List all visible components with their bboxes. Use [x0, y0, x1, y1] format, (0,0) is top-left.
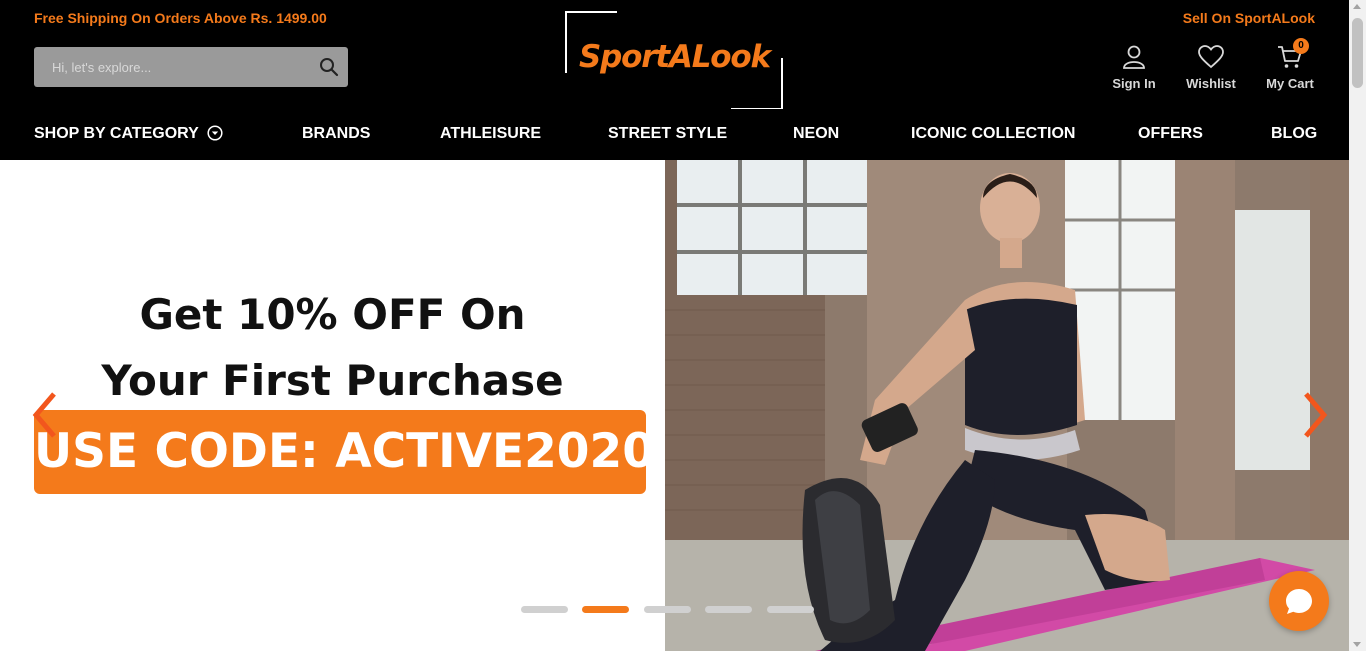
my-cart-label: My Cart: [1266, 76, 1314, 91]
search-icon[interactable]: [318, 56, 340, 78]
sportalook-logo[interactable]: SportALook: [565, 11, 783, 109]
search-input[interactable]: [34, 47, 304, 87]
nav-label: SHOP BY CATEGORY: [34, 125, 199, 142]
carousel-prev-button[interactable]: [30, 390, 60, 440]
sell-on-sportalook-link[interactable]: Sell On SportALook: [1183, 10, 1315, 26]
main-navigation: SHOP BY CATEGORY BRANDS ATHLEISURE STREE…: [0, 118, 1349, 152]
cart-count-badge: 0: [1293, 38, 1309, 54]
nav-blog[interactable]: BLOG: [1271, 125, 1317, 143]
nav-street-style[interactable]: STREET STYLE: [608, 125, 727, 143]
nav-athleisure[interactable]: ATHLEISURE: [440, 125, 541, 143]
carousel-next-button[interactable]: [1300, 390, 1330, 440]
hero-photo-woman-stretching: [665, 160, 1349, 651]
search-bar: [34, 47, 348, 87]
chevron-down-circle-icon: [207, 125, 223, 141]
free-shipping-banner: Free Shipping On Orders Above Rs. 1499.0…: [34, 10, 327, 26]
nav-shop-by-category[interactable]: SHOP BY CATEGORY: [34, 125, 223, 143]
nav-brands[interactable]: BRANDS: [302, 125, 370, 143]
scrollbar-thumb[interactable]: [1352, 18, 1363, 88]
promo-code-text: USE CODE: ACTIVE2020: [34, 424, 655, 479]
nav-iconic-collection[interactable]: ICONIC COLLECTION: [911, 125, 1075, 143]
user-icon: [1123, 45, 1145, 69]
nav-neon[interactable]: NEON: [793, 125, 839, 143]
site-header: Free Shipping On Orders Above Rs. 1499.0…: [0, 0, 1349, 160]
chevron-left-icon: [32, 392, 56, 438]
chevron-right-icon: [1304, 392, 1328, 438]
wishlist-button[interactable]: Wishlist: [1176, 44, 1246, 91]
headline-line-1: Get 10% OFF On: [139, 290, 526, 339]
logo-text: SportALook: [579, 39, 771, 75]
sign-in-button[interactable]: Sign In: [1099, 44, 1169, 91]
wishlist-label: Wishlist: [1186, 76, 1236, 91]
sign-in-label: Sign In: [1112, 76, 1156, 91]
scroll-down-arrow[interactable]: [1353, 642, 1361, 647]
chat-icon: [1286, 589, 1312, 614]
carousel-dot[interactable]: [705, 606, 752, 613]
nav-offers[interactable]: OFFERS: [1138, 125, 1203, 143]
promo-code-banner: USE CODE: ACTIVE2020: [34, 410, 655, 494]
hero-carousel: Get 10% OFF On Your First Purchase USE C…: [0, 160, 1349, 651]
chat-widget-button[interactable]: [1269, 571, 1329, 631]
my-cart-button[interactable]: 0 My Cart: [1255, 38, 1325, 91]
headline-line-2: Your First Purchase: [101, 356, 564, 405]
carousel-dot[interactable]: [521, 606, 568, 613]
carousel-dot[interactable]: [644, 606, 691, 613]
scroll-up-arrow[interactable]: [1353, 4, 1361, 9]
vertical-scrollbar[interactable]: [1349, 0, 1366, 651]
carousel-dot[interactable]: [767, 606, 814, 613]
heart-icon: [1198, 45, 1224, 69]
carousel-dot-active[interactable]: [582, 606, 629, 613]
page: Free Shipping On Orders Above Rs. 1499.0…: [0, 0, 1366, 651]
